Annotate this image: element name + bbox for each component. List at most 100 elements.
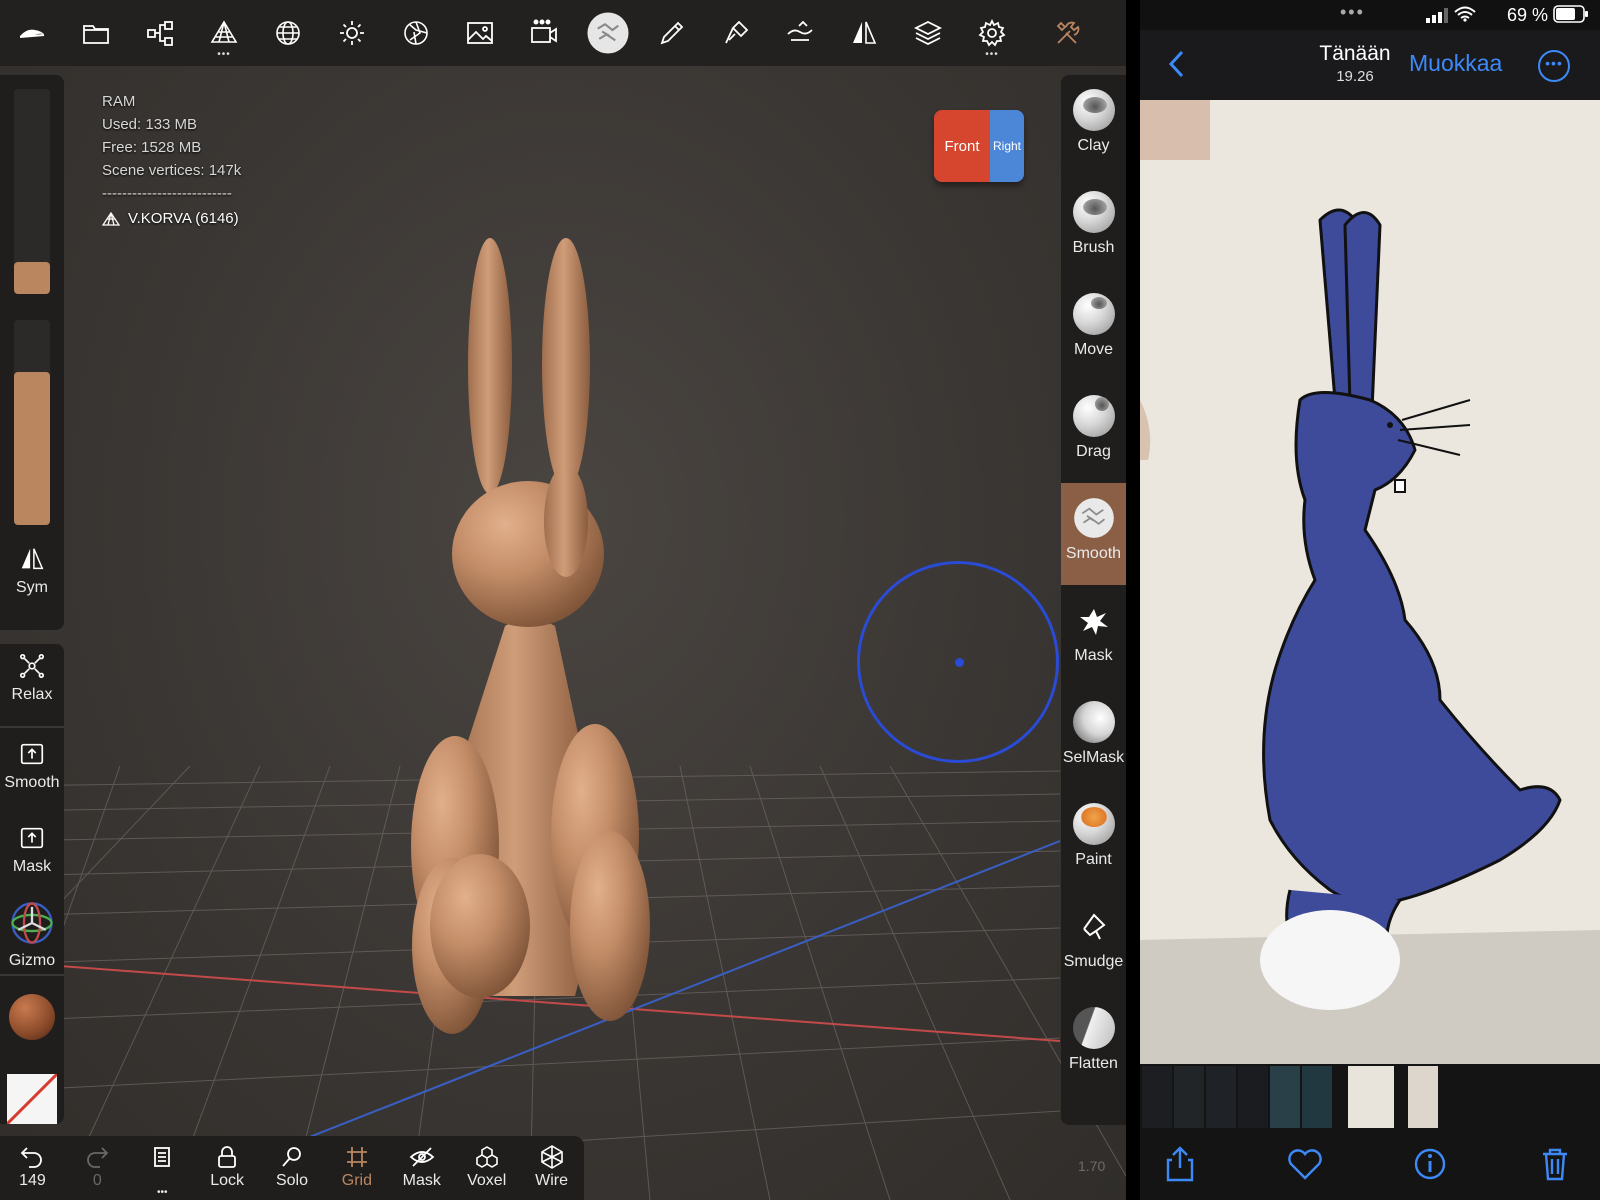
divider <box>0 726 64 728</box>
no-color-icon <box>7 1074 57 1124</box>
scene-graph-icon[interactable] <box>128 0 192 66</box>
notes-button[interactable]: ••• <box>130 1136 195 1200</box>
voxel-button[interactable]: Voxel <box>454 1136 519 1200</box>
tool-label: Mask <box>1074 647 1113 664</box>
solo-button[interactable]: Solo <box>260 1136 325 1200</box>
material-icon[interactable] <box>384 0 448 66</box>
tool-selmask[interactable]: SelMask <box>1061 687 1126 789</box>
photo-date-title: Tänään <box>1319 42 1391 65</box>
tool-label: Smooth <box>1065 545 1122 562</box>
tool-label: Brush <box>1072 239 1115 256</box>
layers-icon[interactable] <box>896 0 960 66</box>
eye-off-icon <box>409 1147 435 1167</box>
lock-button[interactable]: Lock <box>195 1136 260 1200</box>
view-cube-front[interactable]: Front <box>934 110 990 182</box>
thumbnail[interactable] <box>1270 1066 1300 1128</box>
thumbnail[interactable] <box>1142 1066 1172 1128</box>
redo-button[interactable]: 0 <box>65 1136 130 1200</box>
thumbnail[interactable] <box>1238 1066 1268 1128</box>
trash-icon[interactable] <box>1535 1144 1575 1184</box>
top-toolbar: ••• ••• <box>0 0 1126 66</box>
multitasking-dots[interactable]: ••• <box>1340 2 1365 23</box>
photo-view[interactable] <box>1140 100 1600 1064</box>
drag-icon <box>1072 395 1115 437</box>
rabbit-model <box>411 238 650 1034</box>
signal-icon <box>1426 8 1448 23</box>
radius-slider[interactable] <box>14 89 50 294</box>
gizmo-icon <box>11 902 53 944</box>
lock-label: Lock <box>210 1172 245 1189</box>
thumbnail-current[interactable] <box>1348 1066 1394 1128</box>
selected-object: V.KORVA (6146) <box>102 207 241 230</box>
share-icon[interactable] <box>1160 1144 1200 1184</box>
thumbnail[interactable] <box>1408 1066 1438 1128</box>
tool-mask[interactable]: Mask <box>1061 585 1126 687</box>
thumbnail[interactable] <box>1174 1066 1204 1128</box>
sym-button[interactable]: Sym <box>0 545 64 597</box>
more-options-icon[interactable]: ••• <box>1538 50 1570 82</box>
logo-icon[interactable] <box>0 0 64 66</box>
camera-icon[interactable] <box>512 0 576 66</box>
wire-button[interactable]: Wire <box>519 1136 584 1200</box>
tool-move[interactable]: Move <box>1061 279 1126 381</box>
bottom-toolbar: 149 0 ••• Lock Solo Grid Mask Voxel Wire <box>0 1136 584 1200</box>
tool-paint[interactable]: Paint <box>1061 789 1126 891</box>
paint-icon[interactable] <box>704 0 768 66</box>
more-dots: ••• <box>156 1187 168 1198</box>
back-chevron-icon[interactable] <box>1162 46 1192 82</box>
tool-smudge[interactable]: Smudge <box>1061 891 1126 993</box>
move-icon <box>1072 293 1115 335</box>
scene-vertices: Scene vertices: 147k <box>102 162 242 179</box>
brush-preview-icon[interactable] <box>576 0 640 66</box>
sphere-grid-icon[interactable] <box>256 0 320 66</box>
grid-icon <box>346 1147 367 1167</box>
battery-icon <box>1553 5 1588 23</box>
symmetry-icon[interactable] <box>832 0 896 66</box>
gizmo-button[interactable]: Gizmo <box>0 900 64 970</box>
split-view-divider[interactable] <box>1126 0 1140 1200</box>
relax-button[interactable]: Relax <box>0 652 64 704</box>
tool-smooth[interactable]: Smooth <box>1061 483 1126 585</box>
ram-label: RAM <box>102 93 136 110</box>
status-bar: ••• 69 % <box>1140 0 1600 30</box>
light-icon[interactable] <box>320 0 384 66</box>
undo-button[interactable]: 149 <box>0 1136 65 1200</box>
color-swatch[interactable] <box>7 1074 57 1124</box>
mask-visibility-button[interactable]: Mask <box>389 1136 454 1200</box>
thumbnail[interactable] <box>1302 1066 1332 1128</box>
intensity-slider[interactable] <box>14 320 50 525</box>
heart-icon[interactable] <box>1285 1144 1325 1184</box>
material-ball[interactable] <box>9 994 55 1040</box>
grid-label: Grid <box>341 1172 373 1189</box>
tool-label: Flatten <box>1069 1055 1118 1072</box>
topology-icon[interactable]: ••• <box>192 0 256 66</box>
view-cube[interactable]: Front Right <box>934 110 1024 182</box>
tools-icon[interactable] <box>1036 0 1100 66</box>
tool-clay[interactable]: Clay <box>1061 75 1126 177</box>
mesh-icon <box>102 211 120 226</box>
undo-count: 149 <box>19 1172 46 1189</box>
info-icon[interactable] <box>1410 1144 1450 1184</box>
intensity-slider-fill <box>14 372 50 525</box>
search-icon <box>282 1147 301 1167</box>
redo-count: 0 <box>92 1172 102 1189</box>
tool-flatten[interactable]: Flatten <box>1061 993 1126 1095</box>
tool-brush[interactable]: Brush <box>1061 177 1126 279</box>
thumbnail[interactable] <box>1206 1066 1236 1128</box>
divider <box>0 974 64 976</box>
view-cube-right[interactable]: Right <box>990 110 1024 182</box>
edit-button[interactable]: Muokkaa <box>1409 50 1502 77</box>
thumbnail-strip[interactable] <box>1140 1064 1600 1130</box>
scene-info: RAM Used: 133 MB Free: 1528 MB Scene ver… <box>102 90 241 230</box>
symmetry-icon <box>21 548 44 570</box>
mask-action-button[interactable]: Mask <box>0 824 64 876</box>
tool-drag[interactable]: Drag <box>1061 381 1126 483</box>
smooth-action-button[interactable]: Smooth <box>0 740 64 792</box>
folder-icon[interactable] <box>64 0 128 66</box>
image-icon[interactable] <box>448 0 512 66</box>
pen-icon[interactable] <box>640 0 704 66</box>
painting-icon[interactable] <box>768 0 832 66</box>
settings-icon[interactable]: ••• <box>960 0 1024 66</box>
photo-time: 19.26 <box>1336 68 1374 85</box>
grid-button[interactable]: Grid <box>324 1136 389 1200</box>
